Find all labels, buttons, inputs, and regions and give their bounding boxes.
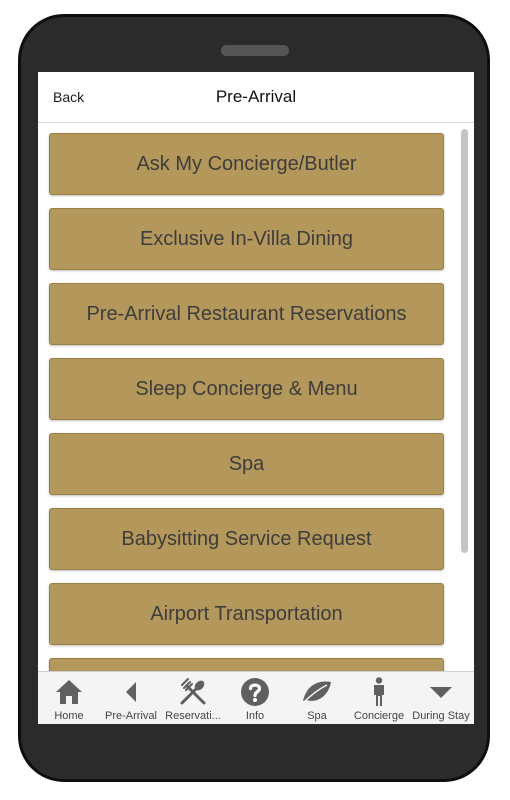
menu-item-label: Babysitting Service Request	[121, 527, 372, 550]
menu-item-label: Spa	[228, 452, 265, 475]
menu-item-label: Airport Transportation	[150, 602, 343, 625]
tab-concierge[interactable]: Concierge	[348, 672, 410, 724]
tab-info[interactable]: Info	[224, 672, 286, 724]
babysitting-button[interactable]: Babysitting Service Request	[49, 508, 444, 570]
triangle-down-icon	[410, 677, 472, 707]
tab-during-stay[interactable]: During Stay	[410, 672, 472, 724]
sleep-concierge-button[interactable]: Sleep Concierge & Menu	[49, 358, 444, 420]
home-icon	[38, 677, 100, 707]
tab-label: Spa	[307, 710, 327, 722]
tab-reservations[interactable]: Reservati...	[162, 672, 224, 724]
airport-transportation-button[interactable]: Airport Transportation	[49, 583, 444, 645]
utensils-icon	[162, 677, 224, 707]
menu-item-label: Ask My Concierge/Butler	[136, 152, 357, 175]
menu-item-label: Sleep Concierge & Menu	[135, 377, 358, 400]
restaurant-reservations-button[interactable]: Pre-Arrival Restaurant Reservations	[49, 283, 444, 345]
triangle-left-icon	[100, 677, 162, 707]
person-icon	[348, 677, 410, 707]
page-title: Pre-Arrival	[215, 87, 297, 106]
tab-home[interactable]: Home	[38, 672, 100, 724]
tab-label: During Stay	[412, 710, 470, 722]
speaker-grille	[221, 45, 289, 56]
tab-bar: Home Pre-Arrival Reservati... Info Spa C…	[38, 671, 474, 724]
ask-concierge-button[interactable]: Ask My Concierge/Butler	[49, 133, 444, 195]
tab-label: Pre-Arrival	[105, 710, 157, 722]
next-menu-button-partial[interactable]	[49, 658, 444, 671]
phone-frame: Back Pre-Arrival Ask My Concierge/Butler…	[18, 14, 490, 782]
tab-label: Reservati...	[165, 710, 221, 722]
screen: Back Pre-Arrival Ask My Concierge/Butler…	[38, 72, 474, 724]
leaf-icon	[286, 677, 348, 707]
tab-label: Info	[245, 710, 265, 722]
menu-item-label: Pre-Arrival Restaurant Reservations	[86, 302, 407, 325]
tab-label: Concierge	[353, 710, 405, 722]
question-icon	[224, 677, 286, 707]
header-bar: Back Pre-Arrival	[38, 72, 474, 123]
scrollbar[interactable]	[461, 129, 468, 553]
tab-pre-arrival[interactable]: Pre-Arrival	[100, 672, 162, 724]
menu-item-label: Exclusive In-Villa Dining	[139, 227, 354, 250]
spa-button[interactable]: Spa	[49, 433, 444, 495]
in-villa-dining-button[interactable]: Exclusive In-Villa Dining	[49, 208, 444, 270]
tab-spa[interactable]: Spa	[286, 672, 348, 724]
tab-label: Home	[54, 710, 84, 722]
menu-list[interactable]: Ask My Concierge/Butler Exclusive In-Vil…	[38, 123, 474, 671]
